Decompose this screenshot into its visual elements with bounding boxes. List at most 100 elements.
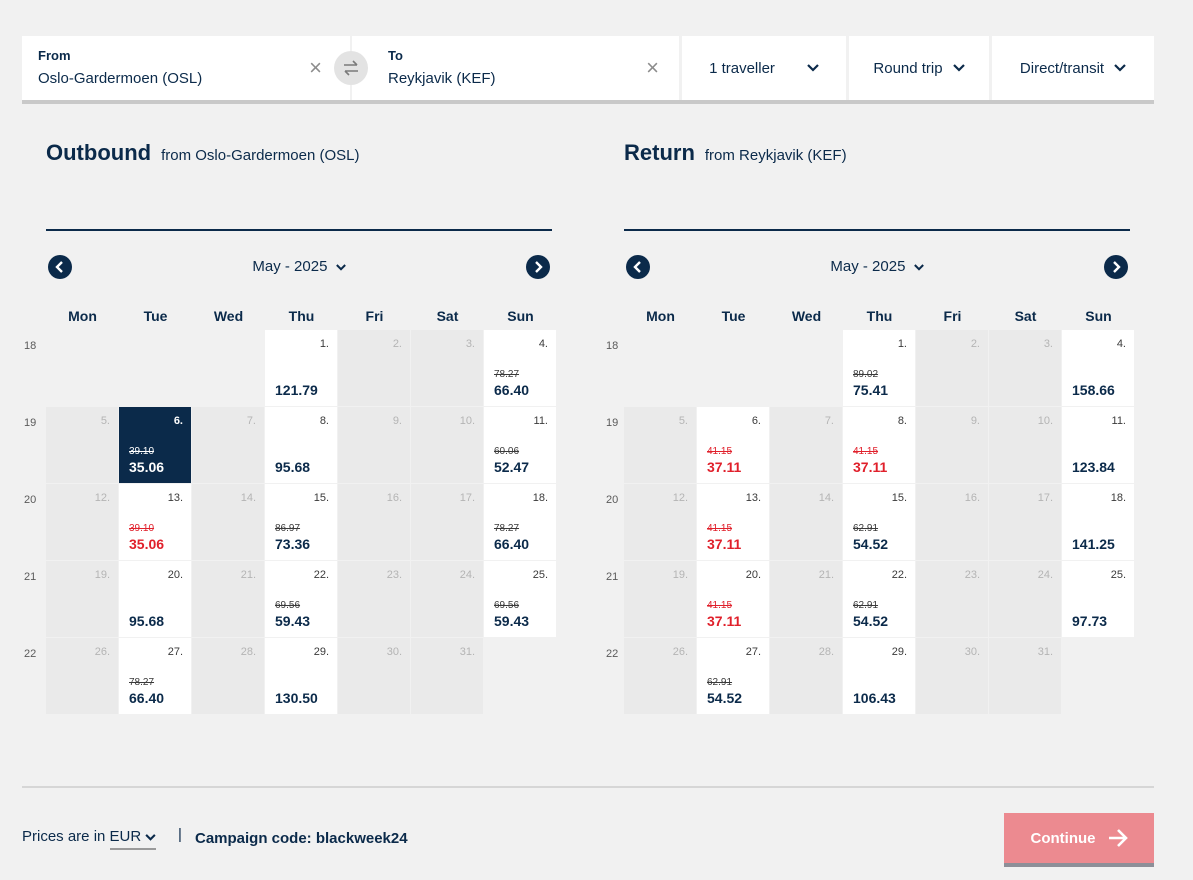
day-number: 22. bbox=[891, 569, 907, 581]
day-number: 14. bbox=[240, 492, 256, 504]
close-icon[interactable]: × bbox=[646, 57, 659, 79]
stops-dropdown[interactable]: Direct/transit bbox=[992, 36, 1154, 100]
day-cell[interactable]: 25. 97.73 bbox=[1062, 561, 1135, 638]
day-cell: 17. bbox=[411, 484, 484, 561]
day-number: 6. bbox=[173, 415, 183, 427]
original-price: 39.10 bbox=[129, 523, 155, 534]
day-cell: 24. bbox=[411, 561, 484, 638]
day-cell[interactable]: 4. 158.66 bbox=[1062, 330, 1135, 407]
day-price: 59.43 bbox=[275, 613, 311, 629]
from-field[interactable]: From Oslo-Gardermoen (OSL) × bbox=[22, 36, 350, 100]
day-cell[interactable]: 27. 62.91 54.52 bbox=[697, 638, 770, 715]
day-cell[interactable]: 15. 62.91 54.52 bbox=[843, 484, 916, 561]
empty-cell bbox=[192, 330, 265, 407]
day-number: 9. bbox=[970, 415, 980, 427]
continue-button[interactable]: Continue bbox=[1004, 813, 1154, 867]
day-number: 22. bbox=[313, 569, 329, 581]
divider bbox=[624, 229, 1130, 231]
day-cell[interactable]: 8. 95.68 bbox=[265, 407, 338, 484]
outbound-subtitle: from Oslo-Gardermoen (OSL) bbox=[161, 147, 360, 164]
day-number: 26. bbox=[94, 646, 110, 658]
day-cell[interactable]: 29. 106.43 bbox=[843, 638, 916, 715]
day-cell: 23. bbox=[916, 561, 989, 638]
day-cell[interactable]: 22. 69.56 59.43 bbox=[265, 561, 338, 638]
stops-value: Direct/transit bbox=[1019, 59, 1105, 77]
day-cell: 28. bbox=[192, 638, 265, 715]
weekday-label: Tue bbox=[143, 308, 168, 324]
swap-button[interactable] bbox=[334, 51, 368, 85]
trip-type-dropdown[interactable]: Round trip bbox=[849, 36, 989, 100]
day-cell[interactable]: 1. 121.79 bbox=[265, 330, 338, 407]
to-value[interactable]: Reykjavik (KEF) bbox=[388, 70, 496, 87]
close-icon[interactable]: × bbox=[309, 57, 322, 79]
day-price: 35.06 bbox=[129, 459, 165, 475]
return-subtitle: from Reykjavik (KEF) bbox=[704, 147, 847, 164]
original-price: 39.10 bbox=[129, 446, 155, 457]
day-cell[interactable]: 6. 41.15 37.11 bbox=[697, 407, 770, 484]
day-cell: 19. bbox=[624, 561, 697, 638]
day-cell[interactable]: 18. 78.27 66.40 bbox=[484, 484, 557, 561]
arrow-right-icon bbox=[1108, 829, 1128, 847]
weekday-label: Wed bbox=[791, 308, 822, 324]
day-number: 27. bbox=[167, 646, 183, 658]
month-label: May - 2025 bbox=[830, 258, 906, 275]
day-number: 18. bbox=[532, 492, 548, 504]
original-price: 78.27 bbox=[494, 523, 520, 534]
day-cell: 17. bbox=[989, 484, 1062, 561]
travellers-value: 1 traveller bbox=[709, 59, 775, 77]
day-price: 97.73 bbox=[1072, 613, 1108, 629]
day-cell: 19. bbox=[46, 561, 119, 638]
day-cell[interactable]: 22. 62.91 54.52 bbox=[843, 561, 916, 638]
day-number: 12. bbox=[94, 492, 110, 504]
day-number: 30. bbox=[386, 646, 402, 658]
month-selector[interactable]: May - 2025 bbox=[624, 258, 1130, 275]
day-number: 26. bbox=[672, 646, 688, 658]
day-cell[interactable]: 20. 41.15 37.11 bbox=[697, 561, 770, 638]
weekday-label: Thu bbox=[866, 308, 893, 324]
day-cell: 26. bbox=[46, 638, 119, 715]
month-selector[interactable]: May - 2025 bbox=[46, 258, 552, 275]
from-value[interactable]: Oslo-Gardermoen (OSL) bbox=[38, 70, 202, 87]
day-number: 19. bbox=[94, 569, 110, 581]
day-cell[interactable]: 20. 95.68 bbox=[119, 561, 192, 638]
day-number: 8. bbox=[897, 415, 907, 427]
chevron-down-icon bbox=[335, 264, 346, 271]
day-cell[interactable]: 27. 78.27 66.40 bbox=[119, 638, 192, 715]
day-cell[interactable]: 8. 41.15 37.11 bbox=[843, 407, 916, 484]
day-cell[interactable]: 13. 39.10 35.06 bbox=[119, 484, 192, 561]
next-month-button[interactable] bbox=[1104, 255, 1128, 279]
chevron-right-icon bbox=[535, 261, 543, 273]
day-cell[interactable]: 18. 141.25 bbox=[1062, 484, 1135, 561]
day-number: 30. bbox=[964, 646, 980, 658]
week-number: 22 bbox=[24, 648, 37, 660]
day-cell: 7. bbox=[770, 407, 843, 484]
to-field[interactable]: To Reykjavik (KEF) × bbox=[352, 36, 679, 100]
original-price: 41.15 bbox=[707, 446, 733, 457]
weekday-label: Sun bbox=[1085, 308, 1112, 324]
day-cell[interactable]: 25. 69.56 59.43 bbox=[484, 561, 557, 638]
day-cell[interactable]: 15. 86.97 73.36 bbox=[265, 484, 338, 561]
day-cell[interactable]: 1. 89.02 75.41 bbox=[843, 330, 916, 407]
selected-day-cell[interactable]: 6. 39.10 35.06 bbox=[119, 407, 192, 484]
next-month-button[interactable] bbox=[526, 255, 550, 279]
day-number: 13. bbox=[745, 492, 761, 504]
day-number: 25. bbox=[1110, 569, 1126, 581]
day-price: 66.40 bbox=[129, 690, 165, 706]
day-price: 54.52 bbox=[707, 690, 743, 706]
day-cell[interactable]: 11. 60.06 52.47 bbox=[484, 407, 557, 484]
day-cell[interactable]: 4. 78.27 66.40 bbox=[484, 330, 557, 407]
day-price: 95.68 bbox=[129, 613, 165, 629]
day-cell[interactable]: 11. 123.84 bbox=[1062, 407, 1135, 484]
day-cell[interactable]: 13. 41.15 37.11 bbox=[697, 484, 770, 561]
travellers-dropdown[interactable]: 1 traveller bbox=[682, 36, 846, 100]
day-cell: 3. bbox=[989, 330, 1062, 407]
day-price: 59.43 bbox=[494, 613, 530, 629]
original-price: 60.06 bbox=[494, 446, 520, 457]
chevron-down-icon bbox=[952, 64, 965, 72]
chevron-down-icon bbox=[913, 264, 924, 271]
currency-dropdown[interactable]: EUR bbox=[109, 828, 157, 850]
day-number: 19. bbox=[672, 569, 688, 581]
day-number: 11. bbox=[1111, 415, 1126, 427]
day-cell[interactable]: 29. 130.50 bbox=[265, 638, 338, 715]
day-number: 17. bbox=[459, 492, 475, 504]
